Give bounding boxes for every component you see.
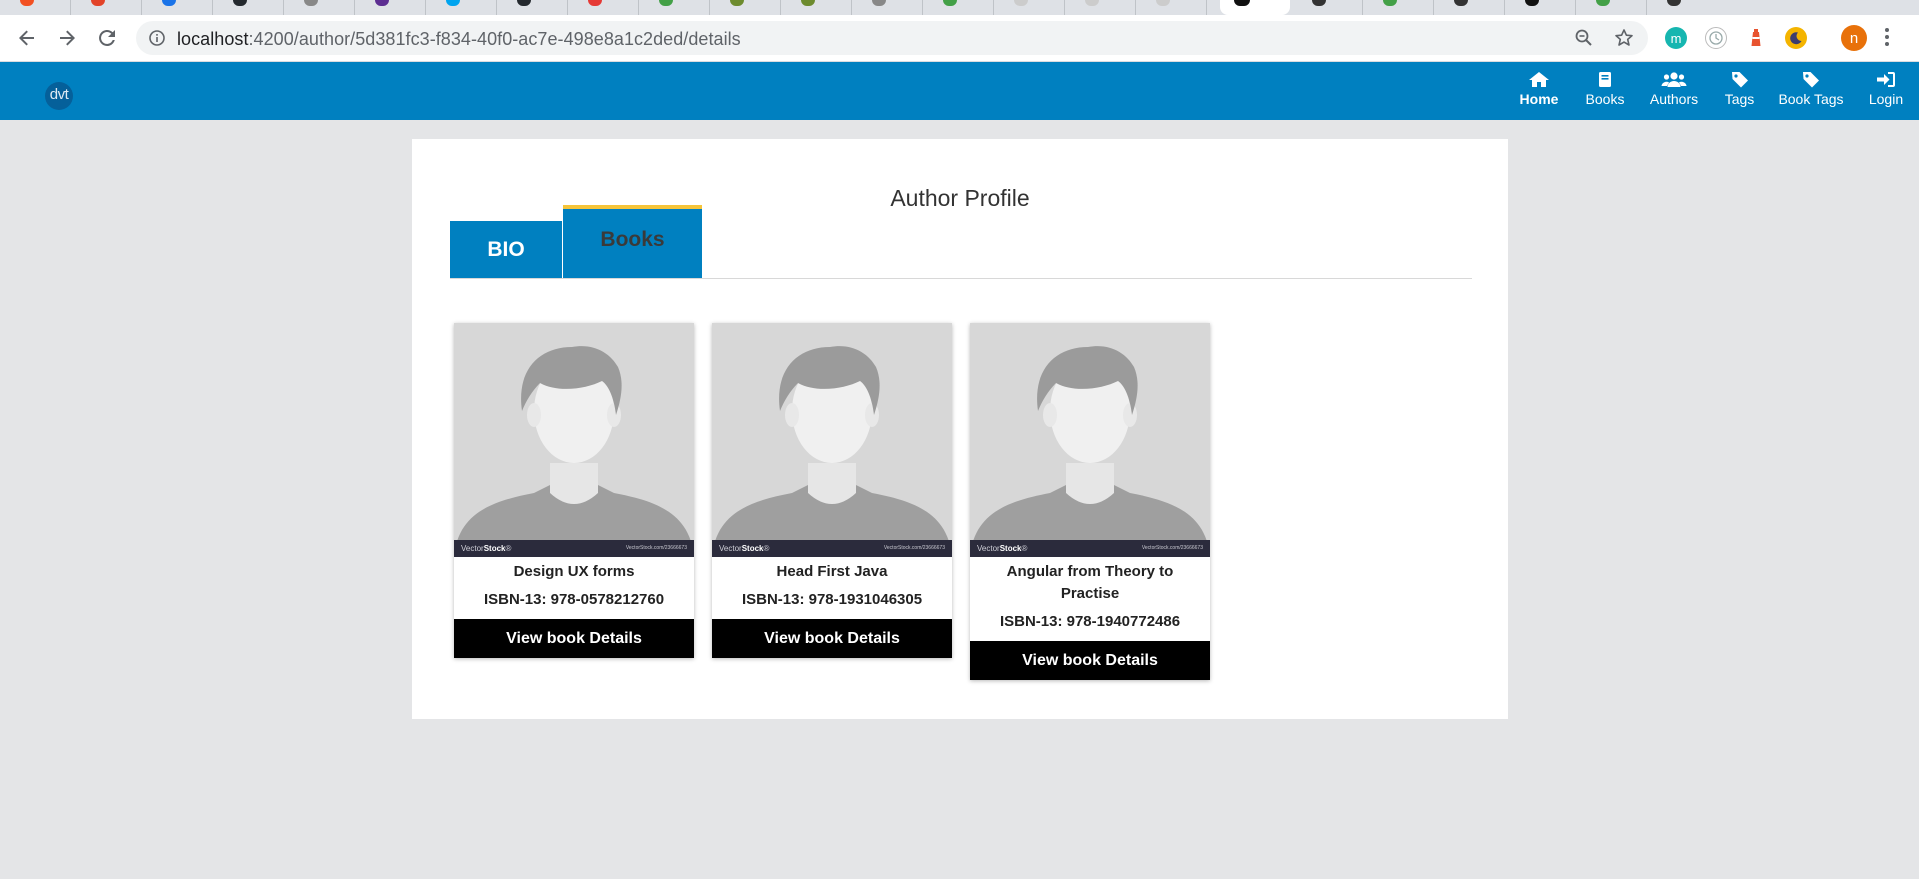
browser-tab[interactable] <box>1136 0 1207 15</box>
browser-tab[interactable] <box>1505 0 1576 15</box>
browser-tab[interactable] <box>994 0 1065 15</box>
book-title: Head First Java <box>776 563 888 580</box>
browser-tab[interactable] <box>781 0 852 15</box>
cover-credit: VectorStock.com/23666673 <box>1141 545 1203 551</box>
browser-tab[interactable] <box>355 0 426 15</box>
app-header: dvt Home Books Authors Tags Book Tags Lo… <box>0 62 1919 120</box>
nav-label: Home <box>1519 91 1559 107</box>
book-icon <box>1599 72 1611 87</box>
forward-icon[interactable] <box>54 25 80 51</box>
cover-credit: VectorStock.com/23666673 <box>883 545 945 551</box>
info-icon[interactable] <box>148 29 166 47</box>
reload-icon[interactable] <box>94 25 120 51</box>
cover-watermark-bar: VectorStock® VectorStock.com/23666673 <box>712 540 952 557</box>
browser-tab[interactable] <box>142 0 213 15</box>
profile-avatar[interactable]: n <box>1841 25 1867 51</box>
browser-tab[interactable] <box>284 0 355 15</box>
tag-icon <box>1803 72 1819 88</box>
m-extension-icon[interactable]: m <box>1665 27 1687 49</box>
clock-extension-icon[interactable] <box>1705 27 1727 49</box>
lighthouse-extension-icon[interactable] <box>1745 27 1767 49</box>
url-text[interactable]: localhost:4200/author/5d381fc3-f834-40f0… <box>177 29 741 50</box>
book-cover-image: VectorStock® VectorStock.com/23666673 <box>712 323 952 557</box>
book-isbn: ISBN-13: 978-1931046305 <box>741 591 923 608</box>
zoom-icon[interactable] <box>1574 28 1594 48</box>
browser-tab[interactable] <box>213 0 284 15</box>
cover-brand: VectorStock® <box>977 544 1028 553</box>
tab-bio[interactable]: BIO <box>450 221 562 278</box>
browser-tab[interactable] <box>1576 0 1647 15</box>
tab-books[interactable]: Books <box>563 205 702 278</box>
browser-tab-strip <box>0 0 1919 15</box>
browser-tab[interactable] <box>1292 0 1363 15</box>
book-title: Angular from Theory to Practise <box>1006 563 1174 602</box>
cover-brand: VectorStock® <box>461 544 512 553</box>
browser-tab[interactable] <box>71 0 142 15</box>
browser-tab-active[interactable] <box>1220 0 1290 15</box>
sign-in-icon <box>1877 72 1895 87</box>
browser-tab[interactable] <box>497 0 568 15</box>
tag-icon <box>1731 72 1748 88</box>
nav-label: Authors <box>1649 91 1699 107</box>
book-cover-image: VectorStock® VectorStock.com/23666673 <box>454 323 694 557</box>
cover-credit: VectorStock.com/23666673 <box>625 545 687 551</box>
back-icon[interactable] <box>14 25 40 51</box>
users-icon <box>1661 72 1687 87</box>
cover-watermark-bar: VectorStock® VectorStock.com/23666673 <box>454 540 694 557</box>
moon-extension-icon[interactable] <box>1785 27 1807 49</box>
cover-watermark-bar: VectorStock® VectorStock.com/23666673 <box>970 540 1210 557</box>
book-isbn: ISBN-13: 978-0578212760 <box>483 591 665 608</box>
browser-tab[interactable] <box>1647 0 1718 15</box>
nav-item-books[interactable]: Books <box>1572 62 1638 120</box>
view-book-details-button[interactable]: View book Details <box>454 619 694 658</box>
address-bar[interactable]: localhost:4200/author/5d381fc3-f834-40f0… <box>136 21 1648 55</box>
avatar-placeholder-icon <box>970 323 1210 557</box>
bookmark-star-icon[interactable] <box>1614 28 1634 48</box>
nav-item-book-tags[interactable]: Book Tags <box>1769 62 1853 120</box>
view-book-details-button[interactable]: View book Details <box>970 641 1210 680</box>
book-card: VectorStock® VectorStock.com/23666673 An… <box>970 323 1210 680</box>
home-icon <box>1529 72 1549 87</box>
nav-label: Book Tags <box>1778 91 1844 107</box>
book-card: VectorStock® VectorStock.com/23666673 He… <box>712 323 952 658</box>
browser-tab[interactable] <box>1065 0 1136 15</box>
app-logo[interactable]: dvt <box>45 82 73 110</box>
browser-tab[interactable] <box>852 0 923 15</box>
view-book-details-button[interactable]: View book Details <box>712 619 952 658</box>
avatar-placeholder-icon <box>712 323 952 557</box>
nav-item-authors[interactable]: Authors <box>1638 62 1710 120</box>
browser-tab[interactable] <box>639 0 710 15</box>
main-nav: Home Books Authors Tags Book Tags Login <box>1506 62 1919 120</box>
book-title: Design UX forms <box>513 563 635 580</box>
browser-tab[interactable] <box>568 0 639 15</box>
nav-label: Tags <box>1724 91 1755 107</box>
browser-tab[interactable] <box>1434 0 1505 15</box>
cover-brand: VectorStock® <box>719 544 770 553</box>
browser-tab[interactable] <box>710 0 781 15</box>
browser-menu-icon[interactable] <box>1884 28 1890 49</box>
browser-tab[interactable] <box>923 0 994 15</box>
browser-toolbar: localhost:4200/author/5d381fc3-f834-40f0… <box>0 15 1919 62</box>
browser-tab[interactable] <box>426 0 497 15</box>
tab-divider <box>450 278 1472 279</box>
nav-label: Books <box>1585 91 1625 107</box>
book-isbn: ISBN-13: 978-1940772486 <box>999 613 1181 630</box>
avatar-placeholder-icon <box>454 323 694 557</box>
author-profile-panel: Author Profile BIO Books VectorStock® Ve… <box>412 139 1508 719</box>
nav-item-login[interactable]: Login <box>1853 62 1919 120</box>
browser-tab[interactable] <box>0 0 71 15</box>
browser-tab[interactable] <box>1363 0 1434 15</box>
nav-label: Login <box>1868 91 1904 107</box>
book-cover-image: VectorStock® VectorStock.com/23666673 <box>970 323 1210 557</box>
nav-item-tags[interactable]: Tags <box>1710 62 1769 120</box>
nav-item-home[interactable]: Home <box>1506 62 1572 120</box>
book-card: VectorStock® VectorStock.com/23666673 De… <box>454 323 694 658</box>
